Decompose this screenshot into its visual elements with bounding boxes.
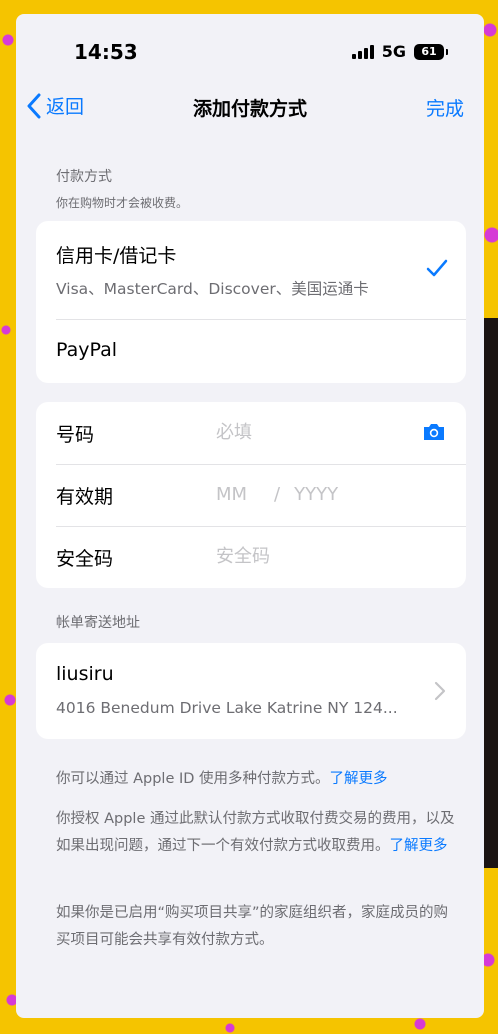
payment-method-title: 信用卡/借记卡 xyxy=(56,245,177,267)
expiry-label: 有效期 xyxy=(56,486,114,508)
battery-icon: 61 xyxy=(414,43,448,60)
footnote-text: 如果你是已启用“购买项目共享”的家庭组织者，家庭成员的购买项目可能会共享有效付款… xyxy=(56,905,449,948)
cvv-label: 安全码 xyxy=(56,548,114,570)
done-button[interactable]: 完成 xyxy=(426,94,464,121)
card-number-label: 号码 xyxy=(56,424,95,446)
status-time: 14:53 xyxy=(74,40,138,64)
background-object xyxy=(484,318,498,868)
card-number-row: 号码 xyxy=(36,402,466,464)
signal-icon xyxy=(351,44,374,59)
payment-method-subtitle: Visa、MasterCard、Discover、美国运通卡 xyxy=(56,280,369,298)
expiry-row: 有效期 / xyxy=(36,464,466,526)
phone-screen: 14:53 5G 61 返回 添加付款方式 完成 付款方式 你在购物时才会被收费… xyxy=(16,14,484,1018)
expiry-year-input[interactable] xyxy=(294,476,365,512)
payment-method-paypal-option[interactable]: PayPal xyxy=(36,319,466,383)
payment-section-subheader: 你在购物时才会被收费。 xyxy=(56,196,189,210)
payment-methods-card: 信用卡/借记卡 Visa、MasterCard、Discover、美国运通卡 P… xyxy=(36,221,466,383)
billing-section-header: 帐单寄送地址 xyxy=(56,615,140,631)
learn-more-link[interactable]: 了解更多 xyxy=(390,838,448,854)
chevron-right-icon xyxy=(434,681,446,701)
page-title: 添加付款方式 xyxy=(192,98,307,120)
payment-method-card-option[interactable]: 信用卡/借记卡 Visa、MasterCard、Discover、美国运通卡 xyxy=(36,221,466,319)
payment-method-title: PayPal xyxy=(56,339,118,361)
footnote-authorization: 你授权 Apple 通过此默认付款方式收取付费交易的费用，以及如果出现问题，通过… xyxy=(56,806,456,860)
status-bar: 14:53 5G 61 xyxy=(16,14,484,84)
camera-icon[interactable] xyxy=(422,422,446,442)
footnote-text: 你可以通过 Apple ID 使用多种付款方式。 xyxy=(56,771,330,787)
navigation-bar: 返回 添加付款方式 完成 xyxy=(16,86,484,130)
status-indicators: 5G 61 xyxy=(351,42,448,61)
network-type: 5G xyxy=(381,42,406,61)
payment-section-header: 付款方式 xyxy=(56,169,112,185)
learn-more-link[interactable]: 了解更多 xyxy=(330,771,388,787)
footnote-family-sharing: 如果你是已启用“购买项目共享”的家庭组织者，家庭成员的购买项目可能会共享有效付款… xyxy=(56,900,456,954)
billing-address-card[interactable]: liusiru 4016 Benedum Drive Lake Katrine … xyxy=(36,643,466,739)
battery-level: 61 xyxy=(421,45,437,58)
expiry-month-input[interactable] xyxy=(216,476,260,512)
billing-address: 4016 Benedum Drive Lake Katrine NY 124..… xyxy=(56,699,398,717)
cvv-input[interactable] xyxy=(216,538,406,574)
billing-name: liusiru xyxy=(56,663,114,685)
cvv-row: 安全码 xyxy=(36,526,466,588)
expiry-separator: / xyxy=(274,483,281,505)
expiry-inputs: / xyxy=(216,476,365,512)
footnote-multiple-methods: 你可以通过 Apple ID 使用多种付款方式。了解更多 xyxy=(56,766,456,793)
checkmark-icon xyxy=(426,259,448,277)
card-number-input[interactable] xyxy=(216,414,406,450)
card-details-card: 号码 有效期 / 安全码 xyxy=(36,402,466,588)
